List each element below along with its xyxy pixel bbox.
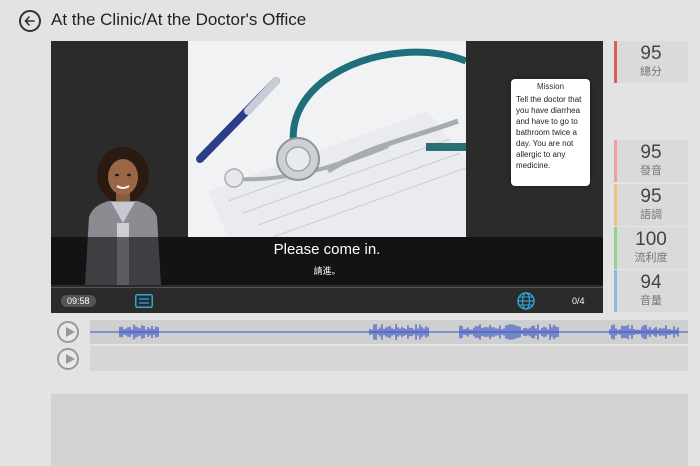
score-color-bar xyxy=(614,41,617,83)
subtitle-icon xyxy=(135,294,153,308)
score-volume: 94 音量 xyxy=(614,270,688,312)
subtitle-toggle-button[interactable] xyxy=(135,294,153,308)
stethoscope-image xyxy=(188,41,466,237)
slide-image xyxy=(188,41,466,237)
play-reference-button[interactable] xyxy=(57,321,79,343)
mission-text: Tell the doctor that you have diarrhea a… xyxy=(516,95,582,170)
score-total: 95 總分 xyxy=(614,41,688,83)
score-color-bar xyxy=(614,270,617,312)
video-player[interactable]: Please come in. 請進。 Mission Tell the doc… xyxy=(51,41,603,313)
mission-card: Mission Tell the doctor that you have di… xyxy=(511,79,590,186)
score-value: 95 xyxy=(640,43,662,64)
mission-title: Mission xyxy=(536,82,565,91)
score-label: 發音 xyxy=(640,164,662,177)
sentence-progress: 0/4 xyxy=(572,296,585,306)
reference-waveform[interactable] xyxy=(90,320,688,344)
score-label: 語調 xyxy=(640,208,662,221)
score-fluency: 100 流利度 xyxy=(614,227,688,269)
score-intonation: 95 語調 xyxy=(614,184,688,226)
score-value: 100 xyxy=(635,229,667,250)
score-pronunciation: 95 發音 xyxy=(614,140,688,182)
score-value: 95 xyxy=(640,142,662,163)
subtitle-chinese: 請進。 xyxy=(313,267,341,277)
play-recording-button[interactable] xyxy=(57,348,79,370)
elapsed-time: 09:58 xyxy=(61,295,96,307)
language-button[interactable] xyxy=(517,292,535,310)
score-value: 95 xyxy=(640,186,662,207)
player-controls: 09:58 0/4 xyxy=(51,287,603,313)
back-button[interactable] xyxy=(19,10,41,32)
score-color-bar xyxy=(614,184,617,226)
globe-icon xyxy=(517,292,535,310)
subtitle-english: Please come in. xyxy=(273,241,381,258)
recording-waveform[interactable] xyxy=(90,346,688,371)
bottom-panel xyxy=(51,394,688,466)
back-arrow-icon xyxy=(24,16,35,26)
score-label: 流利度 xyxy=(634,251,668,264)
waveform-graphic xyxy=(90,324,688,340)
score-color-bar xyxy=(614,227,617,269)
score-label: 總分 xyxy=(640,65,662,78)
page-title: At the Clinic/At the Doctor's Office xyxy=(51,10,307,29)
header: At the Clinic/At the Doctor's Office xyxy=(0,0,700,40)
score-label: 音量 xyxy=(640,294,662,307)
score-value: 94 xyxy=(640,272,662,293)
score-color-bar xyxy=(614,140,617,182)
